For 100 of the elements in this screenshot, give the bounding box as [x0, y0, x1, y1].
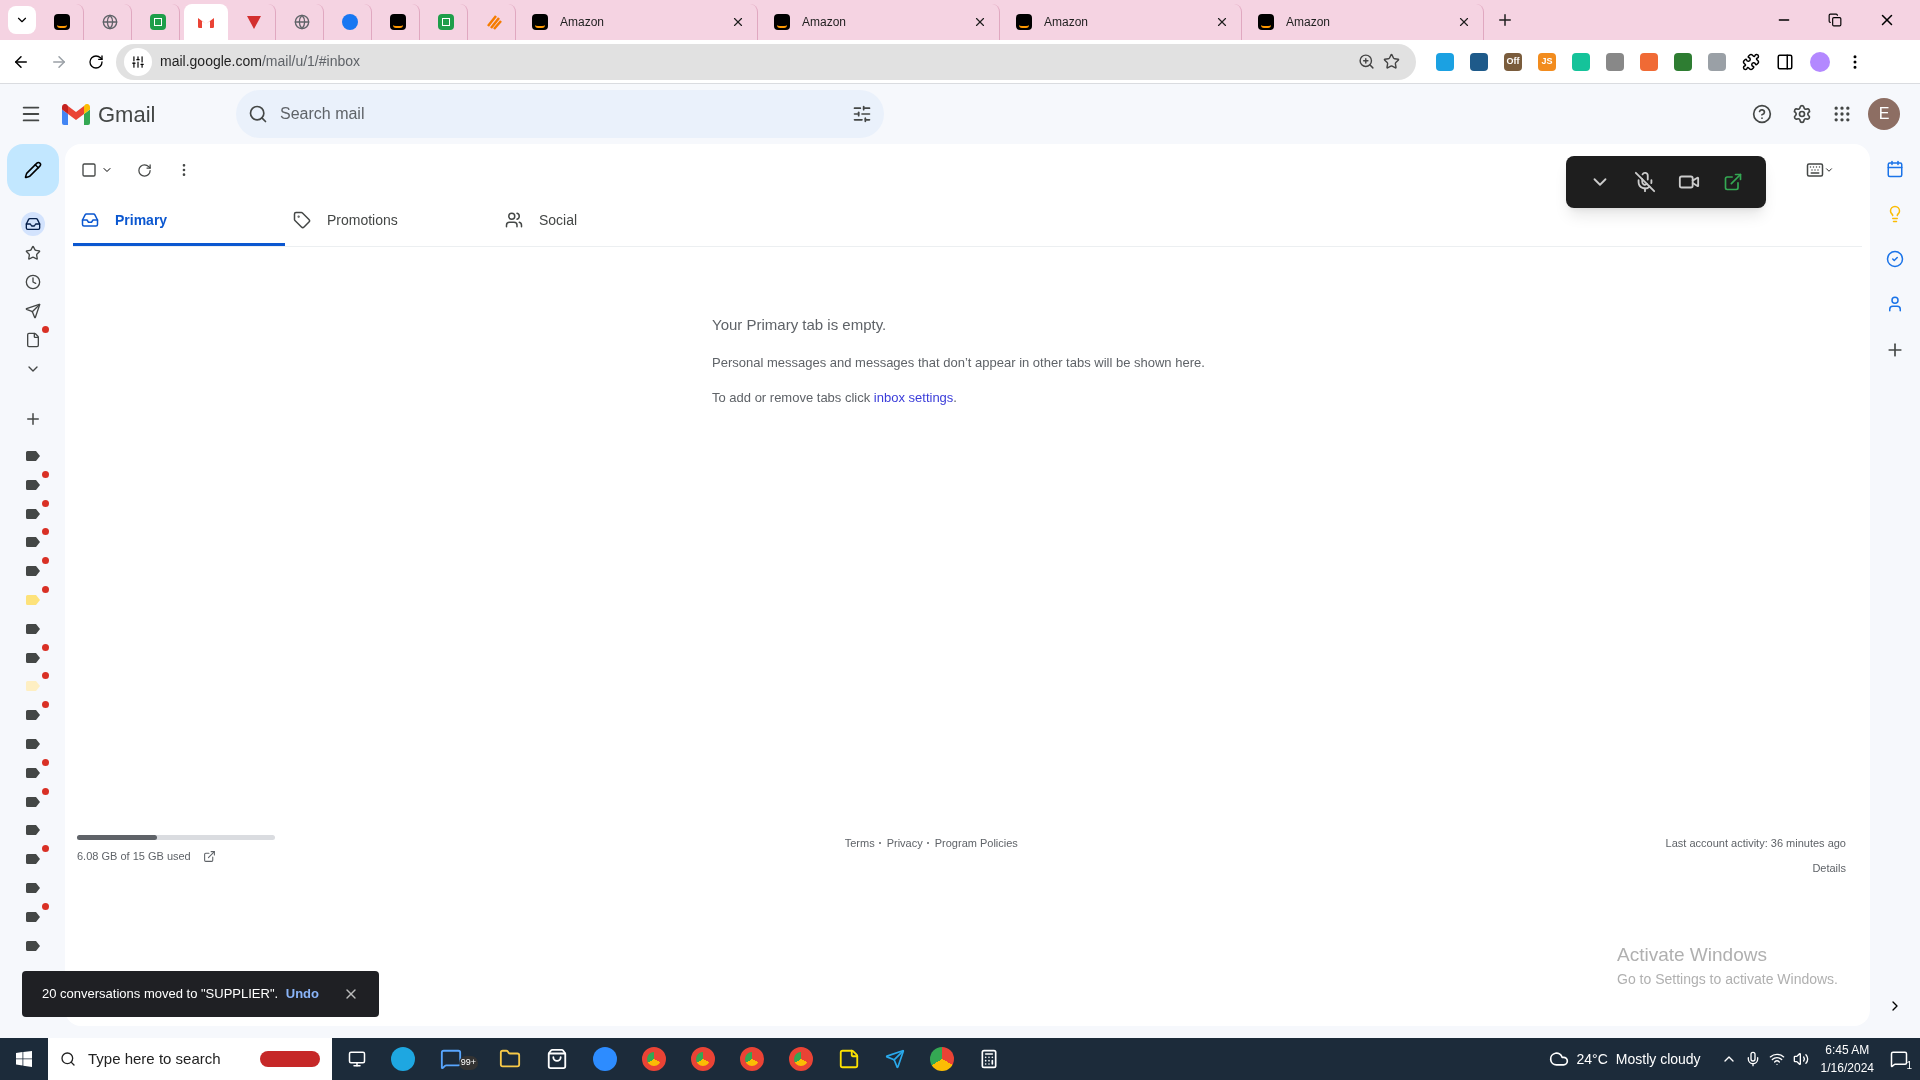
close-icon[interactable] — [1215, 15, 1229, 29]
amazon-icon — [389, 14, 406, 30]
keyboard-icon[interactable] — [1806, 161, 1824, 179]
category-tab[interactable]: Social — [497, 196, 709, 246]
store-icon[interactable] — [546, 1048, 568, 1070]
extensions-icon[interactable] — [1742, 52, 1760, 71]
mail-icon — [198, 16, 214, 28]
extension-icon[interactable]: Off — [1504, 52, 1522, 71]
url-text: mail.google.com/mail/u/1/#inbox — [160, 52, 361, 71]
reload-icon[interactable] — [88, 53, 104, 70]
new-tab-icon[interactable] — [1496, 11, 1514, 29]
folder-icon[interactable] — [499, 1048, 521, 1070]
site-info-icon[interactable] — [124, 47, 152, 76]
pencil-icon — [23, 161, 42, 179]
task-view-icon[interactable] — [348, 1050, 366, 1068]
notification-count: 1 — [1906, 1059, 1912, 1073]
help-icon[interactable] — [1752, 104, 1772, 124]
extension-icon[interactable] — [1674, 52, 1692, 71]
chrome-icon[interactable] — [691, 1047, 715, 1071]
chrome-icon[interactable] — [789, 1047, 813, 1071]
inbox-icon — [81, 210, 99, 229]
triangle-icon — [245, 14, 262, 30]
compose-button[interactable] — [6, 144, 59, 196]
filter-icon[interactable] — [852, 104, 872, 124]
zoom-icon[interactable] — [1358, 53, 1375, 70]
notification-icon — [1890, 1050, 1908, 1068]
nav-item[interactable] — [20, 212, 45, 236]
sheet-icon — [437, 14, 454, 30]
search-icon — [60, 1051, 76, 1067]
people-icon — [505, 210, 523, 229]
amazon-icon — [774, 14, 790, 30]
stripes-icon — [485, 14, 502, 30]
settings-icon[interactable] — [1792, 104, 1812, 124]
close-icon[interactable] — [973, 15, 987, 29]
mail-app-icon[interactable] — [440, 1048, 462, 1070]
avatar[interactable]: E — [1868, 98, 1900, 130]
footer-link[interactable]: Program Policies — [934, 835, 1018, 852]
activation-title: Activate Windows — [1617, 942, 1768, 967]
volume-icon[interactable] — [1792, 1051, 1809, 1067]
star-icon — [24, 245, 41, 261]
clock-time: 6:45 AM — [1825, 1042, 1870, 1059]
address-bar[interactable]: mail.google.com/mail/u/1/#inbox — [116, 43, 1416, 80]
profile-icon[interactable] — [1810, 51, 1830, 72]
mic-muted-icon[interactable] — [1633, 171, 1656, 193]
footer-link[interactable]: Terms — [844, 835, 875, 852]
windows-logo-icon[interactable] — [16, 1051, 32, 1067]
checkbox-icon[interactable] — [81, 162, 97, 178]
taskbar-search-placeholder: Type here to search — [88, 1048, 222, 1069]
pop-out-icon[interactable] — [1722, 172, 1743, 192]
amazon-icon — [1016, 14, 1032, 30]
external-link-icon[interactable] — [202, 849, 216, 863]
tag-icon — [293, 210, 311, 229]
category-tab[interactable]: Primary — [73, 196, 285, 246]
calculator-icon[interactable] — [979, 1049, 999, 1069]
caret-icon[interactable] — [1824, 165, 1834, 175]
storage-text: 6.08 GB of 15 GB used — [77, 849, 191, 864]
close-icon[interactable] — [1457, 15, 1471, 29]
weather-icon[interactable] — [1548, 1049, 1569, 1069]
last-activity-text: Last account activity: 36 minutes ago — [1665, 836, 1846, 851]
chrome-icon[interactable] — [740, 1047, 764, 1071]
tasks-icon[interactable] — [1886, 250, 1904, 268]
search-icon[interactable] — [248, 104, 268, 124]
extension-icon[interactable] — [1470, 52, 1488, 71]
refresh-icon[interactable] — [137, 162, 152, 178]
inbox-icon — [24, 216, 41, 232]
calendar-icon[interactable] — [1886, 160, 1904, 178]
tab-title: Amazon — [560, 14, 606, 30]
undo-button[interactable]: Undo — [285, 984, 319, 1004]
extension-icon[interactable] — [1640, 52, 1658, 71]
gmail-logo-icon — [62, 103, 90, 125]
tab-title: Amazon — [1286, 14, 1332, 30]
details-link[interactable]: Details — [1812, 859, 1846, 876]
chrome-icon[interactable] — [642, 1047, 666, 1071]
category-tab[interactable]: Promotions — [285, 196, 497, 246]
temperature: 24°C — [1576, 1049, 1608, 1069]
amazon-icon — [532, 14, 548, 30]
file-icon — [24, 332, 41, 348]
telegram-icon[interactable] — [885, 1049, 905, 1069]
globe-icon — [101, 14, 118, 30]
toast-message: 20 conversations moved to "SUPPLIER". — [42, 985, 280, 1004]
apps-icon[interactable] — [1832, 104, 1852, 124]
bookmark-star-icon[interactable] — [1383, 53, 1400, 70]
extension-icon[interactable] — [1606, 52, 1624, 71]
restore-icon[interactable] — [1828, 13, 1842, 27]
activation-subtitle: Go to Settings to activate Windows. — [1617, 970, 1838, 989]
clock-icon — [24, 274, 41, 290]
network-icon[interactable] — [1768, 1051, 1785, 1067]
footer-link[interactable]: Privacy — [886, 835, 923, 852]
close-icon[interactable] — [731, 15, 745, 29]
sticky-note-icon[interactable] — [838, 1048, 860, 1070]
tab-title: Amazon — [1044, 14, 1090, 30]
tab-title: Amazon — [802, 14, 848, 30]
amazon-icon — [1258, 14, 1274, 30]
contacts-icon[interactable] — [1886, 295, 1904, 313]
side-panel-icon[interactable] — [1776, 52, 1794, 71]
taskbar-search-field[interactable]: Type here to search — [48, 1038, 332, 1080]
chrome-icon[interactable] — [930, 1047, 954, 1071]
empty-description: Personal messages and messages that don’t appear in other tabs will be shown here. — [712, 353, 1205, 372]
send-icon — [24, 303, 41, 319]
clock-date: 1/16/2024 — [1820, 1060, 1874, 1077]
